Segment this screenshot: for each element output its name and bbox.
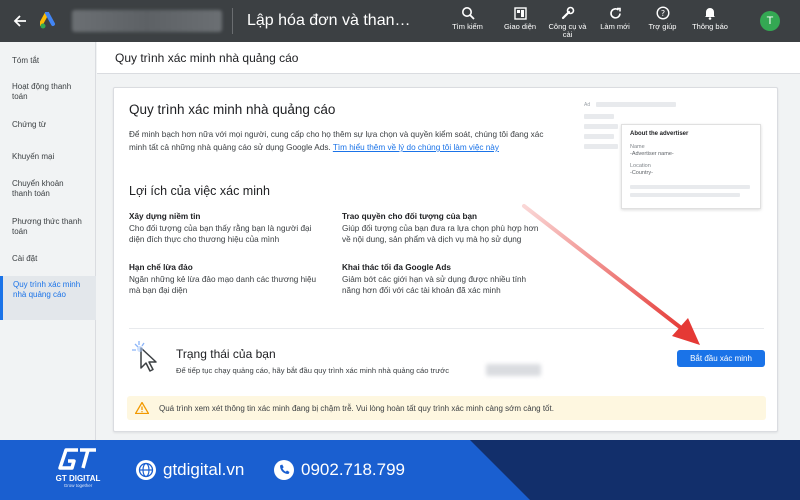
learn-more-link[interactable]: Tìm hiểu thêm về lý do chúng tôi làm việ… [333,143,499,152]
refresh-label: Làm mới [600,22,630,31]
benefit-title: Trao quyền cho đối tượng của bạn [342,212,478,221]
tools-settings-label: Công cụ và cài [548,22,587,39]
page-title: Quy trình xác minh nhà quảng cáo [97,42,800,74]
footer-phone[interactable]: 0902.718.799 [273,459,405,481]
arrow-left-icon[interactable] [0,0,40,42]
sidebar-item-advertiser-verification[interactable]: Quy trình xác minh nhà quảng cáo [0,276,96,320]
benefit-text: Giúp đối tượng của bạn đưa ra lựa chọn p… [342,223,539,245]
phone-icon [273,459,295,481]
top-bar: Lập hóa đơn và thanh toán Tìm kiếm Giao … [0,0,800,42]
account-selector[interactable] [72,10,222,32]
benefit-text: Ngăn những kẻ lừa đảo mạo danh các thươn… [129,274,317,296]
sidebar-item-payment-methods[interactable]: Phương thức thanh toán [0,217,96,237]
benefit-empower-audience: Trao quyền cho đối tượng của bạn Giúp đố… [342,211,542,246]
help-label: Trợ giúp [648,22,677,31]
search-icon [461,5,475,21]
sidebar-item-promotions[interactable]: Khuyến mại [0,152,96,162]
benefit-title: Xây dựng niềm tin [129,212,201,221]
help-button[interactable]: ? Trợ giúp [640,0,685,42]
benefit-title: Khai thác tối đa Google Ads [342,263,451,272]
wrench-icon [561,5,575,21]
sidebar-item-summary[interactable]: Tóm tắt [0,56,96,66]
ad-label: Ad [584,102,591,108]
search-button[interactable]: Tìm kiếm [440,0,495,42]
gt-digital-logo: GT DIGITAL Grow together [50,448,106,494]
refresh-button[interactable]: Làm mới [590,0,640,42]
warning-banner: Quá trình xem xét thông tin xác minh đan… [127,396,766,420]
benefits-title: Lợi ích của việc xác minh [129,184,270,198]
sidebar: Tóm tắt Hoạt động thanh toán Chứng từ Kh… [0,42,96,440]
footer-website[interactable]: gtdigital.vn [135,459,244,481]
appearance-icon [513,5,527,21]
website-text: gtdigital.vn [163,460,245,479]
start-verification-button[interactable]: Bắt đầu xác minh [677,350,765,367]
google-ads-logo-icon[interactable] [40,0,62,42]
search-label: Tìm kiếm [452,22,483,31]
benefit-build-trust: Xây dựng niềm tin Cho đối tượng của bạn … [129,211,329,246]
divider [232,8,233,34]
bell-icon [704,5,716,21]
benefit-title: Hạn chế lừa đảo [129,263,193,272]
mini-card-name-value: -Advertiser name- [630,151,674,157]
section-divider [129,328,764,329]
appearance-label: Giao diện [503,22,537,31]
help-icon: ? [655,5,670,21]
advertiser-info-illustration: Ad About the advertiser Name -Advertiser… [584,100,769,220]
benefit-text: Giảm bớt các giới hạn và sử dụng được nh… [342,274,527,296]
globe-icon [135,459,157,481]
refresh-icon [609,5,622,21]
toolbar: Tìm kiếm Giao diện Công cụ và cài Làm mớ… [440,0,735,42]
card-description: Để minh bạch hơn nữa với mọi người, cung… [129,128,559,154]
notifications-label: Thông báo [692,22,728,31]
card-title: Quy trình xác minh nhà quảng cáo [129,102,336,117]
benefit-text: Cho đối tượng của bạn thấy rằng bạn là n… [129,223,312,245]
avatar[interactable]: T [760,11,780,31]
sidebar-item-documents[interactable]: Chứng từ [0,120,96,130]
mini-card-name-label: Name [630,144,645,150]
brand-name: GT DIGITAL [55,474,101,483]
brand-tagline: Grow together [63,483,93,488]
warning-text: Quá trình xem xét thông tin xác minh đan… [159,403,554,413]
page-heading: Lập hóa đơn và thanh toán [247,12,417,29]
tools-settings-button[interactable]: Công cụ và cài [545,0,590,42]
sidebar-item-transfer-payments[interactable]: Chuyển khoản thanh toán [0,179,96,199]
status-description: Để tiếp tục chạy quảng cáo, hãy bắt đầu … [176,366,450,375]
cursor-click-icon [129,340,163,374]
sidebar-item-settings[interactable]: Cài đặt [0,254,96,264]
phone-text: 0902.718.799 [301,460,405,479]
benefit-maximize-google-ads: Khai thác tối đa Google Ads Giảm bớt các… [342,262,542,297]
sidebar-item-billing-activity[interactable]: Hoạt động thanh toán [0,82,96,102]
svg-text:?: ? [660,9,664,18]
mini-card-location-label: Location [630,163,651,169]
mini-card-title: About the advertiser [630,131,689,137]
mini-card-location-value: -Country- [630,170,653,176]
status-title: Trạng thái của bạn [176,347,276,361]
benefit-limit-fraud: Hạn chế lừa đảo Ngăn những kẻ lừa đảo mạ… [129,262,329,297]
gt-logo-mark-icon [50,448,106,474]
blurred-deadline [486,364,541,376]
appearance-button[interactable]: Giao diện [495,0,545,42]
warning-icon [134,401,150,415]
notifications-button[interactable]: Thông báo [685,0,735,42]
advertiser-mini-card: About the advertiser Name -Advertiser na… [621,124,761,209]
verification-card: Quy trình xác minh nhà quảng cáo Để minh… [113,87,778,432]
